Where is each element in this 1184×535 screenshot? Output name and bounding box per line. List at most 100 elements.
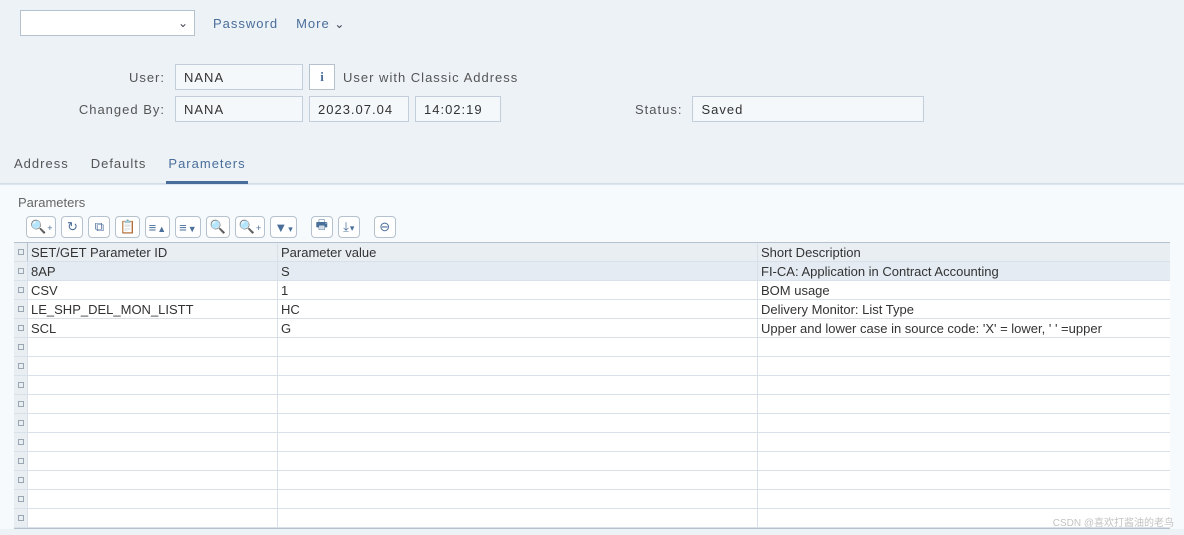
chevron-down-icon: ⌄: [334, 17, 345, 31]
table-row[interactable]: [14, 490, 1170, 509]
user-field[interactable]: NANA: [175, 64, 303, 90]
cell-parameter-id[interactable]: [28, 433, 278, 451]
cell-parameter-id[interactable]: [28, 452, 278, 470]
column-parameter-id[interactable]: SET/GET Parameter ID: [28, 243, 278, 261]
cell-parameter-value[interactable]: [278, 414, 758, 432]
cell-parameter-value[interactable]: [278, 471, 758, 489]
table-row[interactable]: SCLGUpper and lower case in source code:…: [14, 319, 1170, 338]
collapse-button[interactable]: ⊖: [374, 216, 396, 238]
row-select-checkbox[interactable]: [14, 319, 28, 337]
cell-parameter-value[interactable]: [278, 395, 758, 413]
row-select-checkbox[interactable]: [14, 300, 28, 318]
cell-parameter-value[interactable]: HC: [278, 300, 758, 318]
cell-parameter-id[interactable]: [28, 414, 278, 432]
chevron-down-icon: ⌄: [178, 16, 188, 30]
cell-parameter-id[interactable]: CSV: [28, 281, 278, 299]
cell-parameter-value[interactable]: G: [278, 319, 758, 337]
cell-parameter-id[interactable]: [28, 509, 278, 527]
table-row[interactable]: [14, 376, 1170, 395]
info-button[interactable]: i: [309, 64, 335, 90]
table-row[interactable]: 8APSFI-CA: Application in Contract Accou…: [14, 262, 1170, 281]
cell-parameter-value[interactable]: 1: [278, 281, 758, 299]
cell-short-description: [758, 433, 1170, 451]
cell-short-description: [758, 471, 1170, 489]
password-button[interactable]: Password: [213, 16, 278, 31]
cell-parameter-id[interactable]: SCL: [28, 319, 278, 337]
find-next-button[interactable]: 🔍+: [235, 216, 265, 238]
print-button[interactable]: 🖶: [311, 216, 333, 238]
row-select-checkbox[interactable]: [14, 452, 28, 470]
row-select-checkbox[interactable]: [14, 262, 28, 280]
row-select-checkbox[interactable]: [14, 338, 28, 356]
table-row[interactable]: [14, 509, 1170, 528]
cell-parameter-value[interactable]: [278, 357, 758, 375]
cell-short-description: FI-CA: Application in Contract Accountin…: [758, 262, 1170, 280]
more-button[interactable]: More ⌄: [296, 16, 345, 31]
parameters-table: SET/GET Parameter ID Parameter value Sho…: [14, 242, 1170, 529]
cell-parameter-value[interactable]: [278, 490, 758, 508]
find-button[interactable]: 🔍: [206, 216, 230, 238]
select-all-checkbox[interactable]: [14, 243, 28, 261]
row-select-checkbox[interactable]: [14, 471, 28, 489]
table-row[interactable]: [14, 414, 1170, 433]
refresh-icon: ↻: [67, 219, 78, 235]
table-row[interactable]: [14, 357, 1170, 376]
magnifier-plus-icon: 🔍+: [30, 219, 52, 235]
cell-parameter-id[interactable]: LE_SHP_DEL_MON_LISTT: [28, 300, 278, 318]
details-button[interactable]: 🔍+: [26, 216, 56, 238]
row-select-checkbox[interactable]: [14, 395, 28, 413]
cell-short-description: [758, 490, 1170, 508]
cell-parameter-id[interactable]: [28, 490, 278, 508]
table-row[interactable]: [14, 395, 1170, 414]
row-select-checkbox[interactable]: [14, 509, 28, 527]
cell-short-description: [758, 376, 1170, 394]
cell-parameter-value[interactable]: [278, 452, 758, 470]
cell-parameter-value[interactable]: S: [278, 262, 758, 280]
column-short-description[interactable]: Short Description: [758, 243, 1170, 261]
refresh-button[interactable]: ↻: [61, 216, 83, 238]
command-dropdown[interactable]: ⌄: [20, 10, 195, 36]
cell-parameter-id[interactable]: [28, 338, 278, 356]
row-select-checkbox[interactable]: [14, 433, 28, 451]
filter-button[interactable]: ▼▾: [270, 216, 296, 238]
row-select-checkbox[interactable]: [14, 376, 28, 394]
table-row[interactable]: LE_SHP_DEL_MON_LISTTHCDelivery Monitor: …: [14, 300, 1170, 319]
column-parameter-value[interactable]: Parameter value: [278, 243, 758, 261]
tab-parameters[interactable]: Parameters: [166, 152, 247, 184]
cell-parameter-id[interactable]: [28, 357, 278, 375]
status-field: Saved: [692, 96, 924, 122]
paste-button[interactable]: 📋: [115, 216, 139, 238]
copy-button[interactable]: ⧉: [88, 216, 110, 238]
cell-parameter-id[interactable]: [28, 395, 278, 413]
tab-address[interactable]: Address: [12, 152, 71, 183]
cell-short-description: [758, 395, 1170, 413]
cell-short-description: Delivery Monitor: List Type: [758, 300, 1170, 318]
table-row[interactable]: [14, 452, 1170, 471]
cell-parameter-value[interactable]: [278, 338, 758, 356]
tab-defaults[interactable]: Defaults: [89, 152, 149, 183]
cell-parameter-value[interactable]: [278, 433, 758, 451]
sort-asc-button[interactable]: ≡▲: [145, 216, 171, 238]
user-label: User:: [0, 70, 175, 85]
row-select-checkbox[interactable]: [14, 490, 28, 508]
cell-parameter-value[interactable]: [278, 376, 758, 394]
magnifier-next-icon: 🔍+: [239, 219, 261, 235]
export-button[interactable]: ⤓▾: [338, 216, 360, 238]
row-select-checkbox[interactable]: [14, 414, 28, 432]
cell-parameter-value[interactable]: [278, 509, 758, 527]
row-select-checkbox[interactable]: [14, 281, 28, 299]
cell-short-description: [758, 414, 1170, 432]
row-select-checkbox[interactable]: [14, 357, 28, 375]
print-icon: 🖶: [316, 216, 328, 238]
cell-short-description: [758, 338, 1170, 356]
watermark: CSDN @喜欢打酱油的老鸟: [1053, 514, 1174, 529]
cell-parameter-id[interactable]: [28, 376, 278, 394]
sort-desc-button[interactable]: ≡▼: [175, 216, 201, 238]
cell-parameter-id[interactable]: [28, 471, 278, 489]
cell-parameter-id[interactable]: 8AP: [28, 262, 278, 280]
changed-by-field: NANA: [175, 96, 303, 122]
table-row[interactable]: [14, 471, 1170, 490]
table-row[interactable]: CSV1BOM usage: [14, 281, 1170, 300]
table-row[interactable]: [14, 433, 1170, 452]
table-row[interactable]: [14, 338, 1170, 357]
